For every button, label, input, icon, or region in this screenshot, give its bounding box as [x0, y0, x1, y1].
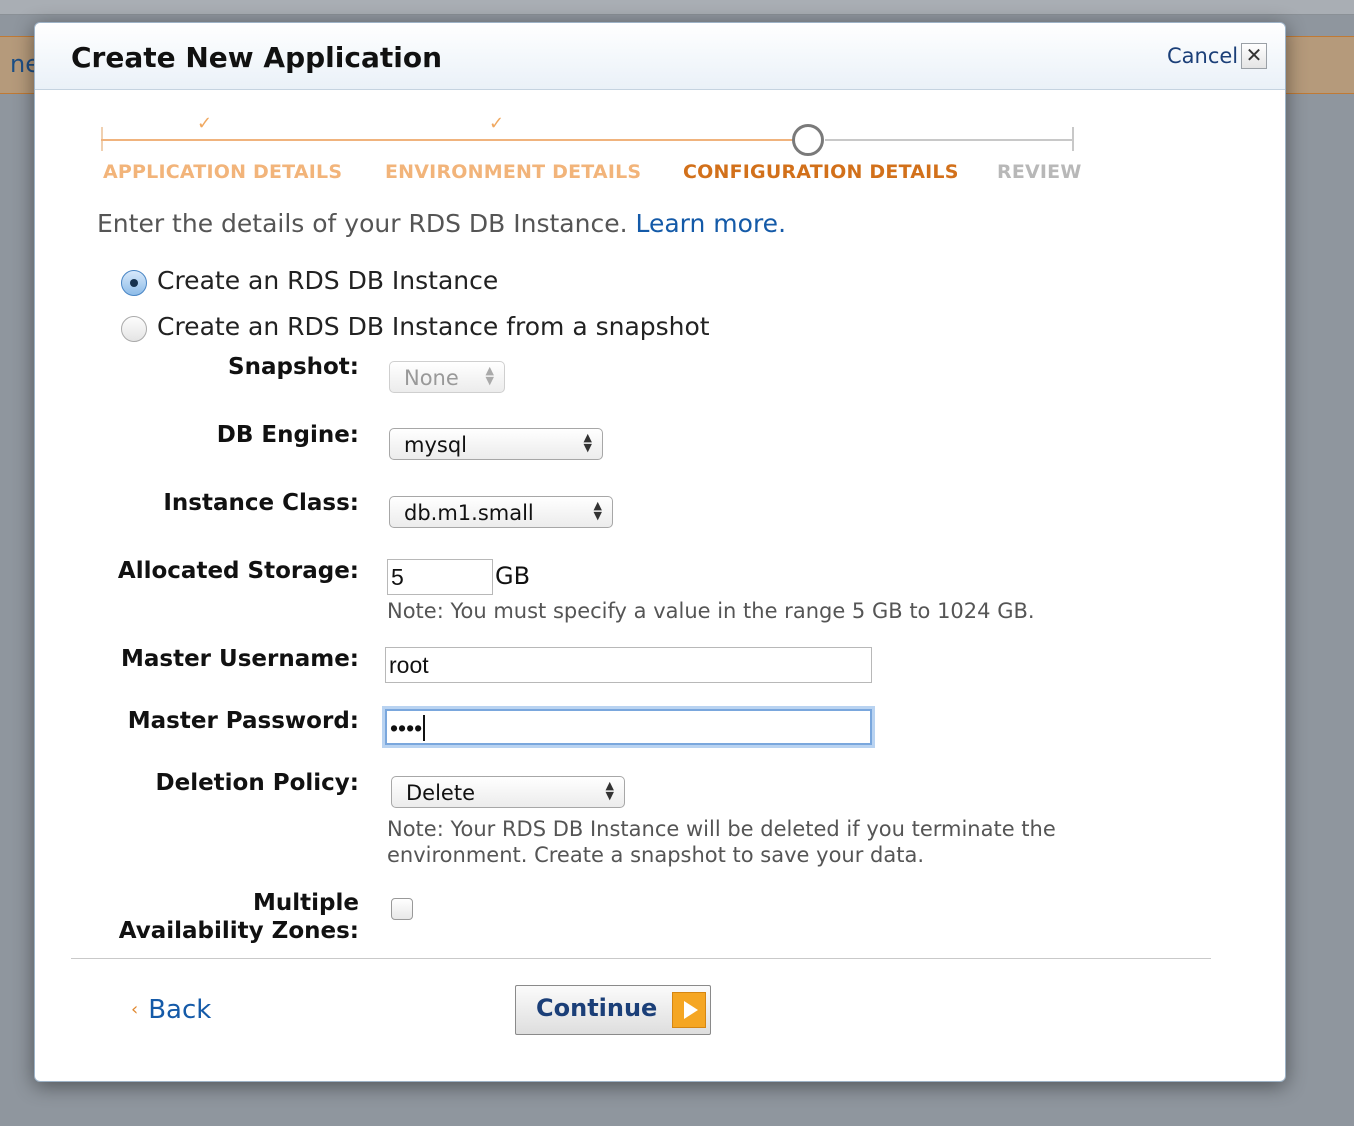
snapshot-select-value: None	[404, 366, 459, 390]
db-engine-label: DB Engine:	[216, 422, 359, 448]
arrow-right-icon	[672, 992, 706, 1028]
intro-sentence: Enter the details of your RDS DB Instanc…	[97, 209, 628, 238]
deletion-policy-note: Note: Your RDS DB Instance will be delet…	[387, 816, 1056, 868]
allocated-storage-note: Note: You must specify a value in the ra…	[387, 599, 1035, 623]
deletion-policy-select[interactable]: Delete ▲ ▼	[391, 776, 625, 808]
step-2-check-icon: ✓	[489, 113, 505, 134]
select-arrows-icon: ▲ ▼	[605, 779, 614, 802]
deletion-policy-note-line2: environment. Create a snapshot to save y…	[387, 843, 925, 867]
db-engine-select[interactable]: mysql ▲ ▼	[389, 428, 603, 460]
instance-class-select[interactable]: db.m1.small ▲ ▼	[389, 496, 613, 528]
progress-line-done	[101, 139, 805, 141]
radio-create-from-snapshot[interactable]	[121, 316, 147, 342]
master-username-input[interactable]: root	[385, 647, 872, 683]
instance-class-label: Instance Class:	[163, 490, 359, 516]
learn-more-link[interactable]: Learn more.	[635, 209, 786, 238]
multi-az-label-line2: Availability Zones:	[118, 918, 359, 944]
intro-text: Enter the details of your RDS DB Instanc…	[97, 209, 786, 238]
master-username-label: Master Username:	[120, 646, 359, 672]
deletion-policy-select-value: Delete	[406, 781, 475, 805]
multi-az-checkbox[interactable]	[391, 898, 413, 920]
multi-az-label: Multiple Availability Zones:	[119, 889, 359, 945]
progress-line-remaining	[825, 139, 1073, 141]
select-arrows-icon: ▲ ▼	[485, 364, 494, 387]
master-password-value: ••••	[390, 715, 423, 741]
background-page-strip	[0, 0, 1354, 15]
chevron-left-icon: ‹	[131, 999, 139, 1020]
allocated-storage-input[interactable]: 5	[387, 559, 493, 595]
dialog-title: Create New Application	[71, 41, 442, 74]
progress-end-tick	[1072, 127, 1074, 151]
back-label: Back	[148, 995, 212, 1025]
radio-create-from-snapshot-label[interactable]: Create an RDS DB Instance from a snapsho…	[157, 312, 710, 341]
step-review: REVIEW	[997, 161, 1082, 183]
step-environment-details: ENVIRONMENT DETAILS	[385, 161, 642, 183]
snapshot-label: Snapshot:	[228, 354, 359, 380]
radio-create-rds-instance-label[interactable]: Create an RDS DB Instance	[157, 266, 498, 295]
create-application-dialog: Create New Application Cancel ✕ ✓ ✓ APPL…	[34, 22, 1286, 1082]
cancel-link[interactable]: Cancel	[1167, 44, 1238, 68]
select-arrows-icon: ▲ ▼	[583, 431, 592, 454]
allocated-storage-label: Allocated Storage:	[117, 558, 359, 584]
instance-class-select-value: db.m1.small	[404, 501, 534, 525]
continue-label: Continue	[536, 994, 658, 1022]
snapshot-select[interactable]: None ▲ ▼	[389, 361, 505, 393]
multi-az-label-line1: Multiple	[253, 890, 359, 916]
continue-button[interactable]: Continue	[515, 985, 711, 1035]
close-icon[interactable]: ✕	[1241, 43, 1267, 69]
step-1-check-icon: ✓	[197, 113, 213, 134]
current-step-circle-icon	[792, 124, 824, 156]
footer-divider	[71, 958, 1211, 959]
deletion-policy-note-line1: Note: Your RDS DB Instance will be delet…	[387, 817, 1056, 841]
dialog-header: Create New Application Cancel ✕	[35, 23, 1285, 90]
step-configuration-details: CONFIGURATION DETAILS	[683, 161, 959, 183]
allocated-storage-unit: GB	[495, 562, 531, 590]
db-engine-select-value: mysql	[404, 433, 467, 457]
master-password-label: Master Password:	[127, 708, 359, 734]
deletion-policy-label: Deletion Policy:	[155, 770, 360, 796]
step-application-details: APPLICATION DETAILS	[103, 161, 343, 183]
select-arrows-icon: ▲ ▼	[593, 499, 602, 522]
radio-create-rds-instance[interactable]	[121, 270, 147, 296]
text-cursor: ​	[423, 715, 426, 741]
master-password-input[interactable]: ••••​	[385, 709, 872, 745]
back-link[interactable]: ‹ Back	[131, 995, 211, 1025]
